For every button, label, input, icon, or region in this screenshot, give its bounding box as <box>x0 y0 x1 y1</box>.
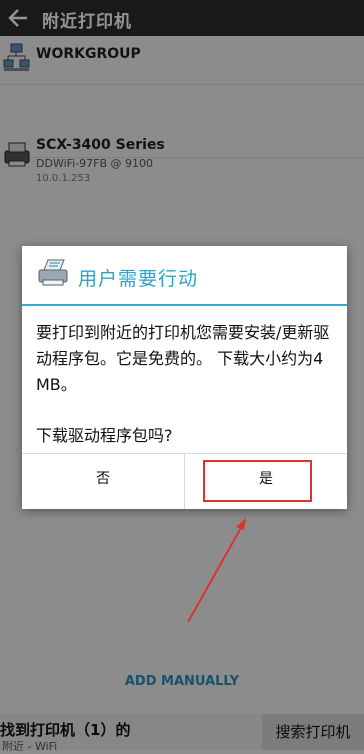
no-button[interactable]: 否 <box>22 454 184 509</box>
dialog-title: 用户需要行动 <box>78 268 199 290</box>
yes-highlight-box <box>203 460 312 502</box>
dialog-divider <box>22 304 347 306</box>
printer-icon <box>36 258 70 288</box>
dialog-message: 要打印到附近的打印机您需要安装/更新驱动程序包。它是免费的。 下载大小约为4 M… <box>36 323 330 394</box>
dialog-header: 用户需要行动 <box>22 246 347 304</box>
dialog-question: 下载驱动程序包吗? <box>36 426 173 445</box>
